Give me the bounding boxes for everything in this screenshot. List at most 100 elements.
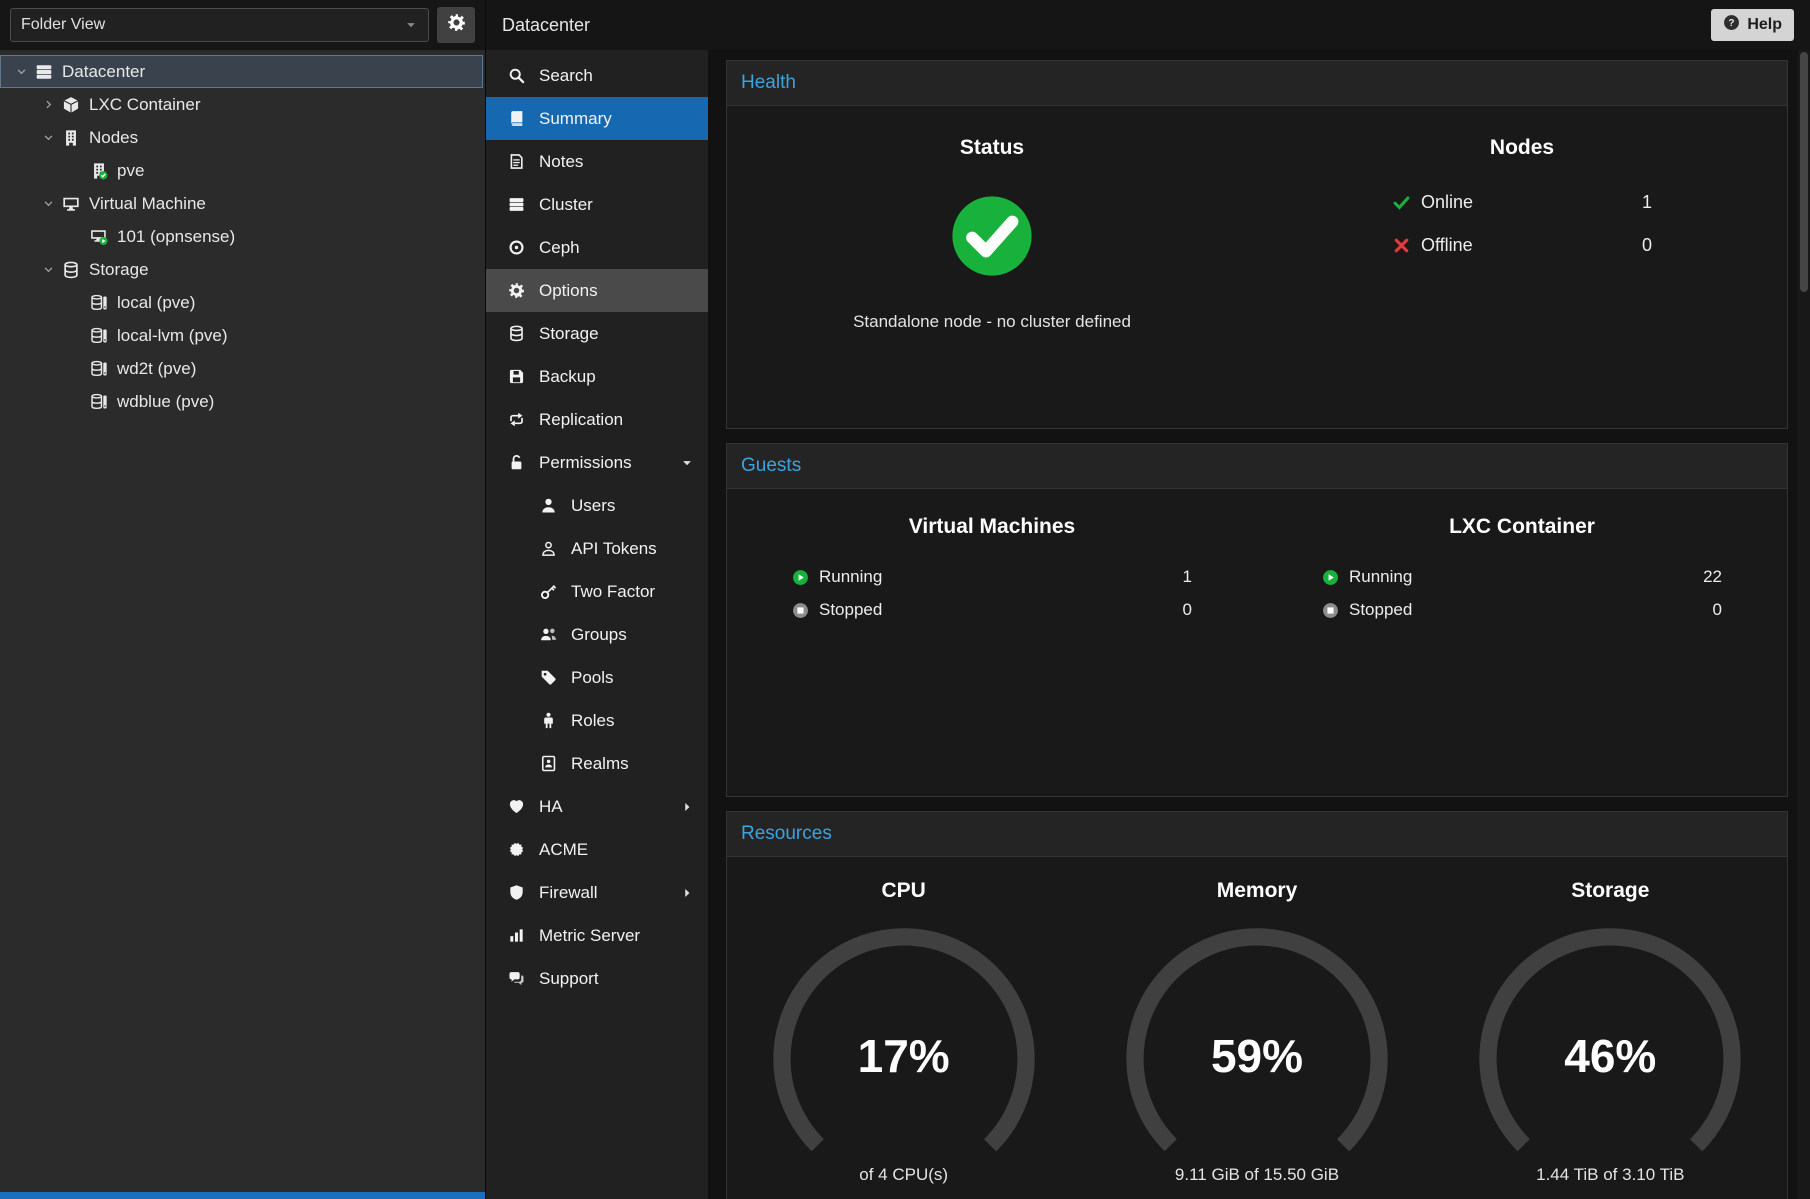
users-icon (538, 626, 559, 643)
tree-settings-button[interactable] (437, 7, 475, 43)
note-icon (506, 153, 527, 170)
gear-icon (447, 13, 466, 37)
caret-right-icon[interactable] (680, 800, 694, 814)
storage-heading: Storage (1571, 879, 1649, 903)
menu-item-backup[interactable]: Backup (486, 355, 708, 398)
tree-item-vm-101[interactable]: 101 (opnsense) (0, 220, 485, 253)
ceph-icon (506, 239, 527, 256)
chevron-down-icon[interactable] (38, 131, 58, 144)
storage-gauge: Storage 46% 1.44 TiB of 3.10 TiB (1434, 879, 1787, 1185)
menu-item-two-factor[interactable]: Two Factor (486, 570, 708, 613)
proxmox-app: Folder View Datacenter LXC Container (0, 0, 1810, 1199)
memory-detail: 9.11 GiB of 15.50 GiB (1175, 1165, 1339, 1185)
tree-item-virtual-machine[interactable]: Virtual Machine (0, 187, 485, 220)
menu-item-replication[interactable]: Replication (486, 398, 708, 441)
menu-item-permissions[interactable]: Permissions (486, 441, 708, 484)
tree-item-storage-wdblue[interactable]: wdblue (pve) (0, 385, 485, 418)
chevron-down-icon[interactable] (38, 197, 58, 210)
check-circle-icon (948, 192, 1036, 280)
tree-item-storage-local[interactable]: local (pve) (0, 286, 485, 319)
server-icon (33, 63, 55, 81)
guests-vm-column: Virtual Machines Running 1 Stopped (727, 515, 1257, 796)
menu-item-firewall[interactable]: Firewall (486, 871, 708, 914)
tree-item-lxc-container[interactable]: LXC Container (0, 88, 485, 121)
menu-item-cluster[interactable]: Cluster (486, 183, 708, 226)
nodes-heading: Nodes (1490, 136, 1554, 160)
stop-circle-icon (1322, 602, 1339, 619)
menu-item-roles[interactable]: Roles (486, 699, 708, 742)
storage-drive-icon (88, 294, 110, 312)
heartbeat-icon (506, 798, 527, 815)
tag-icon (538, 669, 559, 686)
lxc-running-row: Running 22 (1322, 567, 1722, 587)
search-icon (506, 67, 527, 84)
memory-heading: Memory (1217, 879, 1298, 903)
menu-item-summary[interactable]: Summary (486, 97, 708, 140)
guests-lxc-column: LXC Container Running 22 Stopped (1257, 515, 1787, 796)
menu-item-realms[interactable]: Realms (486, 742, 708, 785)
tree-item-datacenter[interactable]: Datacenter (0, 55, 483, 88)
health-panel-title: Health (727, 61, 1787, 106)
chevron-right-icon[interactable] (38, 98, 58, 111)
menu-item-support[interactable]: Support (486, 957, 708, 1000)
lxc-running-count: 22 (1703, 567, 1722, 587)
storage-drive-icon (88, 327, 110, 345)
nodes-online-row: Online 1 (1392, 192, 1652, 213)
resource-tree: Datacenter LXC Container Nodes pve Virtu… (0, 50, 485, 1192)
menu-item-storage[interactable]: Storage (486, 312, 708, 355)
content-scrollbar[interactable] (1798, 50, 1810, 1199)
help-button[interactable]: Help (1711, 9, 1794, 41)
caret-right-icon[interactable] (680, 886, 694, 900)
menu-item-metric-server[interactable]: Metric Server (486, 914, 708, 957)
caret-down-icon[interactable] (680, 456, 694, 470)
menu-item-groups[interactable]: Groups (486, 613, 708, 656)
vm-heading: Virtual Machines (909, 515, 1076, 539)
comments-icon (506, 970, 527, 987)
menu-item-search[interactable]: Search (486, 54, 708, 97)
database-icon (506, 325, 527, 342)
storage-drive-icon (88, 360, 110, 378)
desktop-icon (60, 195, 82, 213)
question-circle-icon (1723, 14, 1740, 36)
key-icon (538, 583, 559, 600)
cross-icon (1392, 236, 1411, 255)
content-topbar: Datacenter Help (486, 0, 1810, 50)
cluster-status-message: Standalone node - no cluster defined (853, 312, 1131, 332)
tree-item-storage-local-lvm[interactable]: local-lvm (pve) (0, 319, 485, 352)
view-mode-select[interactable]: Folder View (10, 8, 429, 42)
lxc-heading: LXC Container (1449, 515, 1595, 539)
guests-panel-title: Guests (727, 444, 1787, 489)
building-icon (60, 129, 82, 147)
scrollbar-thumb[interactable] (1800, 52, 1808, 292)
chevron-down-icon[interactable] (11, 65, 31, 78)
menu-item-ceph[interactable]: Ceph (486, 226, 708, 269)
address-book-icon (538, 755, 559, 772)
lxc-stopped-count: 0 (1713, 600, 1722, 620)
vm-stopped-count: 0 (1183, 600, 1192, 620)
tree-item-storage-wd2t[interactable]: wd2t (pve) (0, 352, 485, 385)
memory-gauge: Memory 59% 9.11 GiB of 15.50 GiB (1080, 879, 1433, 1185)
menu-item-ha[interactable]: HA (486, 785, 708, 828)
check-icon (1392, 193, 1411, 212)
chevron-down-icon[interactable] (38, 263, 58, 276)
menu-item-acme[interactable]: ACME (486, 828, 708, 871)
menu-item-notes[interactable]: Notes (486, 140, 708, 183)
menu-item-users[interactable]: Users (486, 484, 708, 527)
bottom-splitter[interactable] (0, 1192, 485, 1199)
shield-icon (506, 884, 527, 901)
tree-item-nodes[interactable]: Nodes (0, 121, 485, 154)
cpu-gauge: CPU 17% of 4 CPU(s) (727, 879, 1080, 1185)
menu-item-pools[interactable]: Pools (486, 656, 708, 699)
storage-percent: 46% (1464, 1029, 1756, 1083)
gear-icon (506, 282, 527, 299)
caret-down-icon (404, 18, 418, 32)
memory-percent: 59% (1111, 1029, 1403, 1083)
bar-chart-icon (506, 927, 527, 944)
vm-stopped-row: Stopped 0 (792, 600, 1192, 620)
menu-item-api-tokens[interactable]: API Tokens (486, 527, 708, 570)
tree-header: Folder View (0, 0, 485, 50)
tree-item-pve[interactable]: pve (0, 154, 485, 187)
health-status-column: Status Standalone node - no cluster defi… (727, 136, 1257, 428)
menu-item-options[interactable]: Options (486, 269, 708, 312)
tree-item-storage[interactable]: Storage (0, 253, 485, 286)
